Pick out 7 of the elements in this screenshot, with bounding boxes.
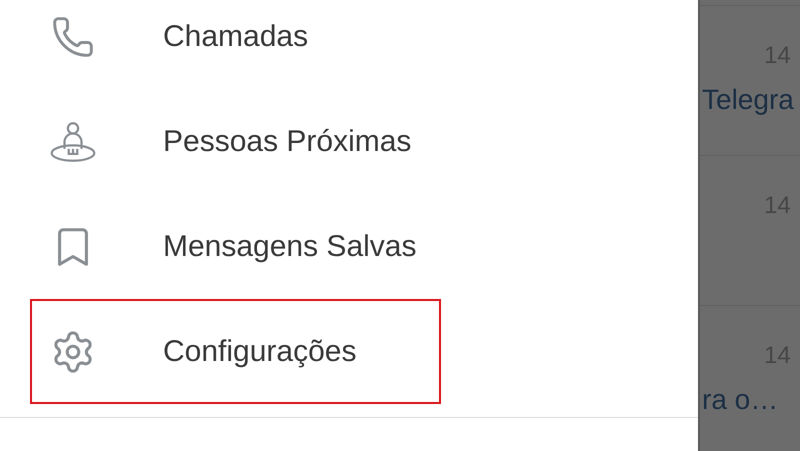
menu-item[interactable]: Chamadas — [30, 0, 441, 89]
menu-item[interactable]: Pessoas Próximas — [30, 89, 441, 194]
chat-preview: Telegra — [702, 84, 795, 116]
menu-item[interactable]: Configurações — [30, 299, 441, 404]
menu-item[interactable]: Mensagens Salvas — [30, 194, 441, 299]
chat-preview: ra o… — [702, 384, 780, 416]
phone-icon — [51, 14, 95, 58]
